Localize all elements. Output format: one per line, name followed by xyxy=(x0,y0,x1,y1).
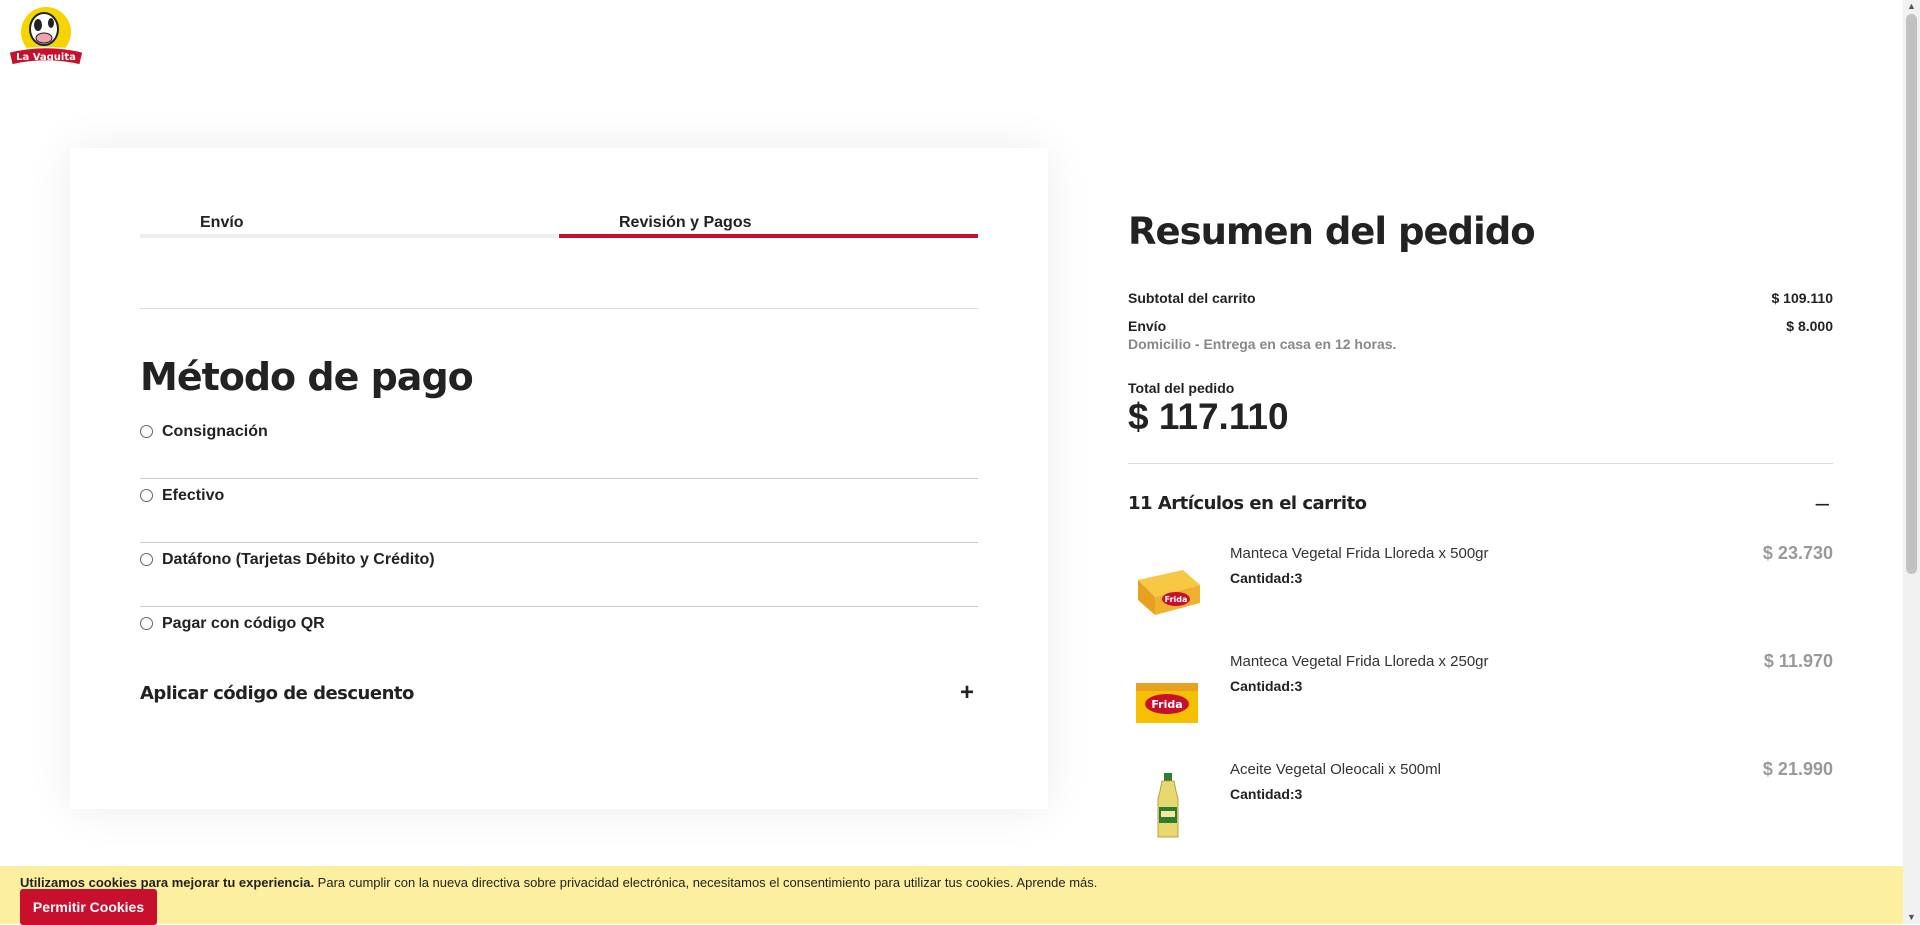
item-name: Manteca Vegetal Frida Lloreda x 500gr xyxy=(1230,545,1489,562)
radio-button[interactable] xyxy=(140,553,153,566)
divider xyxy=(140,308,978,309)
subtotal-row: Subtotal del carrito $ 109.110 xyxy=(1128,290,1833,306)
payment-option-label: Consignación xyxy=(162,423,268,440)
item-name: Aceite Vegetal Oleocali x 500ml xyxy=(1230,761,1441,778)
payment-option-label: Datáfono (Tarjetas Débito y Crédito) xyxy=(162,551,435,568)
radio-button[interactable] xyxy=(140,617,153,630)
payment-option-label: Pagar con código QR xyxy=(162,615,325,632)
svg-text:La Vaquita: La Vaquita xyxy=(16,52,76,63)
tab-envio[interactable]: Envío xyxy=(140,208,559,238)
learn-more-link[interactable]: Aprende más. xyxy=(1014,875,1097,890)
order-summary: Resumen del pedido Subtotal del carrito … xyxy=(1128,210,1833,838)
subtotal-value: $ 109.110 xyxy=(1771,290,1833,306)
subtotal-label: Subtotal del carrito xyxy=(1128,290,1256,306)
svg-text:Frida: Frida xyxy=(1151,698,1182,711)
scrollbar[interactable]: ▲ ▼ xyxy=(1903,0,1920,924)
shipping-value: $ 8.000 xyxy=(1786,318,1833,334)
payment-option-consignacion[interactable]: Consignación xyxy=(140,415,978,479)
butter-box-icon: Frida xyxy=(1128,663,1208,733)
scroll-up-icon[interactable]: ▲ xyxy=(1907,2,1916,11)
radio-button[interactable] xyxy=(140,425,153,438)
scroll-thumb[interactable] xyxy=(1906,14,1917,574)
item-name: Manteca Vegetal Frida Lloreda x 250gr xyxy=(1230,653,1489,670)
cart-item: Frida Manteca Vegetal Frida Lloreda x 50… xyxy=(1128,543,1833,645)
payment-method-title: Método de pago xyxy=(140,355,474,399)
cookie-banner: Utilizamos cookies para mejorar tu exper… xyxy=(0,866,1903,925)
item-price: $ 23.730 xyxy=(1762,543,1833,563)
minus-icon[interactable]: – xyxy=(1816,490,1829,518)
item-price: $ 11.970 xyxy=(1763,651,1833,671)
butter-box-icon: Frida xyxy=(1128,555,1208,625)
cookie-text: Utilizamos cookies para mejorar tu exper… xyxy=(20,875,1097,890)
item-qty: Cantidad:3 xyxy=(1230,678,1303,694)
item-qty: Cantidad:3 xyxy=(1230,570,1303,586)
item-qty: Cantidad:3 xyxy=(1230,786,1303,802)
cart-item: Frida Manteca Vegetal Frida Lloreda x 25… xyxy=(1128,651,1833,753)
shipping-label: Envío xyxy=(1128,318,1167,334)
tab-revision-pagos[interactable]: Revisión y Pagos xyxy=(559,208,978,238)
plus-icon[interactable]: + xyxy=(960,679,974,707)
shipping-description: Domicilio - Entrega en casa en 12 horas. xyxy=(1128,336,1397,352)
cookie-body-text: Para cumplir con la nueva directiva sobr… xyxy=(314,875,1014,890)
cookie-bold-text: Utilizamos cookies para mejorar tu exper… xyxy=(20,875,315,890)
shipping-row: Envío $ 8.000 xyxy=(1128,318,1833,334)
la-vaquita-logo[interactable]: La Vaquita xyxy=(6,5,86,71)
item-price: $ 21.990 xyxy=(1762,759,1833,779)
checkout-card: Envío Revisión y Pagos Método de pago Co… xyxy=(70,148,1048,809)
payment-option-datafono[interactable]: Datáfono (Tarjetas Débito y Crédito) xyxy=(140,543,978,607)
total-label: Total del pedido xyxy=(1128,380,1235,396)
scroll-down-icon[interactable]: ▼ xyxy=(1907,913,1916,922)
divider xyxy=(1128,463,1833,464)
allow-cookies-button[interactable]: Permitir Cookies xyxy=(20,889,157,925)
summary-title: Resumen del pedido xyxy=(1128,210,1536,253)
cart-item: Aceite Vegetal Oleocali x 500ml Cantidad… xyxy=(1128,759,1833,861)
payment-option-label: Efectivo xyxy=(162,487,225,504)
radio-button[interactable] xyxy=(140,489,153,502)
tab-envio-label: Envío xyxy=(200,214,244,231)
tab-revision-label: Revisión y Pagos xyxy=(619,214,752,231)
discount-code-toggle[interactable]: Aplicar código de descuento + xyxy=(140,679,978,713)
checkout-steps: Envío Revisión y Pagos xyxy=(140,208,978,238)
discount-label: Aplicar código de descuento xyxy=(140,683,414,704)
oil-bottle-icon xyxy=(1128,771,1208,841)
total-value: $ 117.110 xyxy=(1128,396,1289,437)
cart-items-header[interactable]: 11 Artículos en el carrito xyxy=(1128,493,1367,514)
payment-option-qr[interactable]: Pagar con código QR xyxy=(140,607,978,671)
svg-text:Frida: Frida xyxy=(1165,595,1188,604)
payment-option-efectivo[interactable]: Efectivo xyxy=(140,479,978,543)
